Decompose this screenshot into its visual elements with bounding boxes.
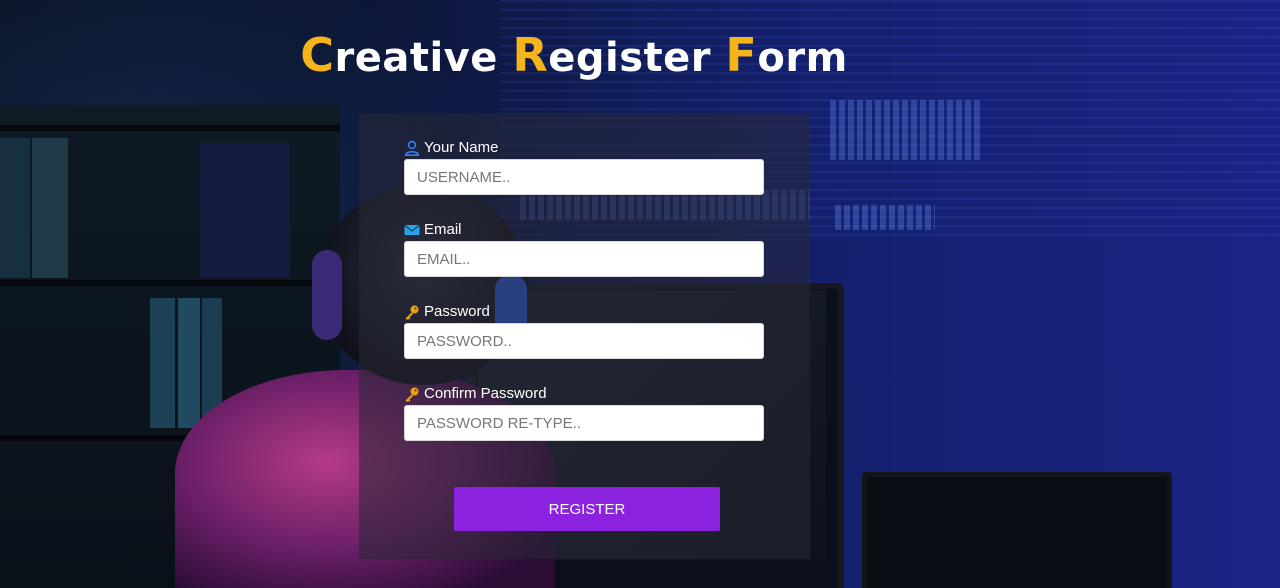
title-letter: R: [512, 28, 549, 82]
title-letter: C: [300, 28, 335, 82]
title-letter: F: [725, 28, 758, 82]
title-text: egister: [548, 35, 726, 81]
user-icon: [404, 140, 420, 156]
background-code-block: [830, 100, 980, 160]
key-icon: [404, 304, 420, 320]
title-text: reative: [334, 35, 513, 81]
envelope-icon: [404, 222, 420, 238]
name-label-text: Your Name: [424, 139, 499, 156]
confirm-password-label: Confirm Password: [404, 385, 547, 402]
key-icon: [404, 386, 420, 402]
email-input[interactable]: [404, 241, 764, 277]
background-code-block: [835, 205, 935, 230]
confirm-password-label-text: Confirm Password: [424, 385, 547, 402]
register-button[interactable]: REGISTER: [454, 487, 720, 531]
password-label-text: Password: [424, 303, 490, 320]
page-title: Creative Register Form: [0, 28, 1148, 82]
register-page: Creative Register Form Your Name Email: [0, 0, 1280, 588]
title-text: orm: [757, 35, 848, 81]
email-label: Email: [404, 221, 462, 238]
confirm-password-input[interactable]: [404, 405, 764, 441]
name-label: Your Name: [404, 139, 499, 156]
username-input[interactable]: [404, 159, 764, 195]
password-label: Password: [404, 303, 490, 320]
email-label-text: Email: [424, 221, 462, 238]
background-headphone: [312, 250, 342, 340]
password-input[interactable]: [404, 323, 764, 359]
background-second-monitor: [862, 472, 1172, 588]
